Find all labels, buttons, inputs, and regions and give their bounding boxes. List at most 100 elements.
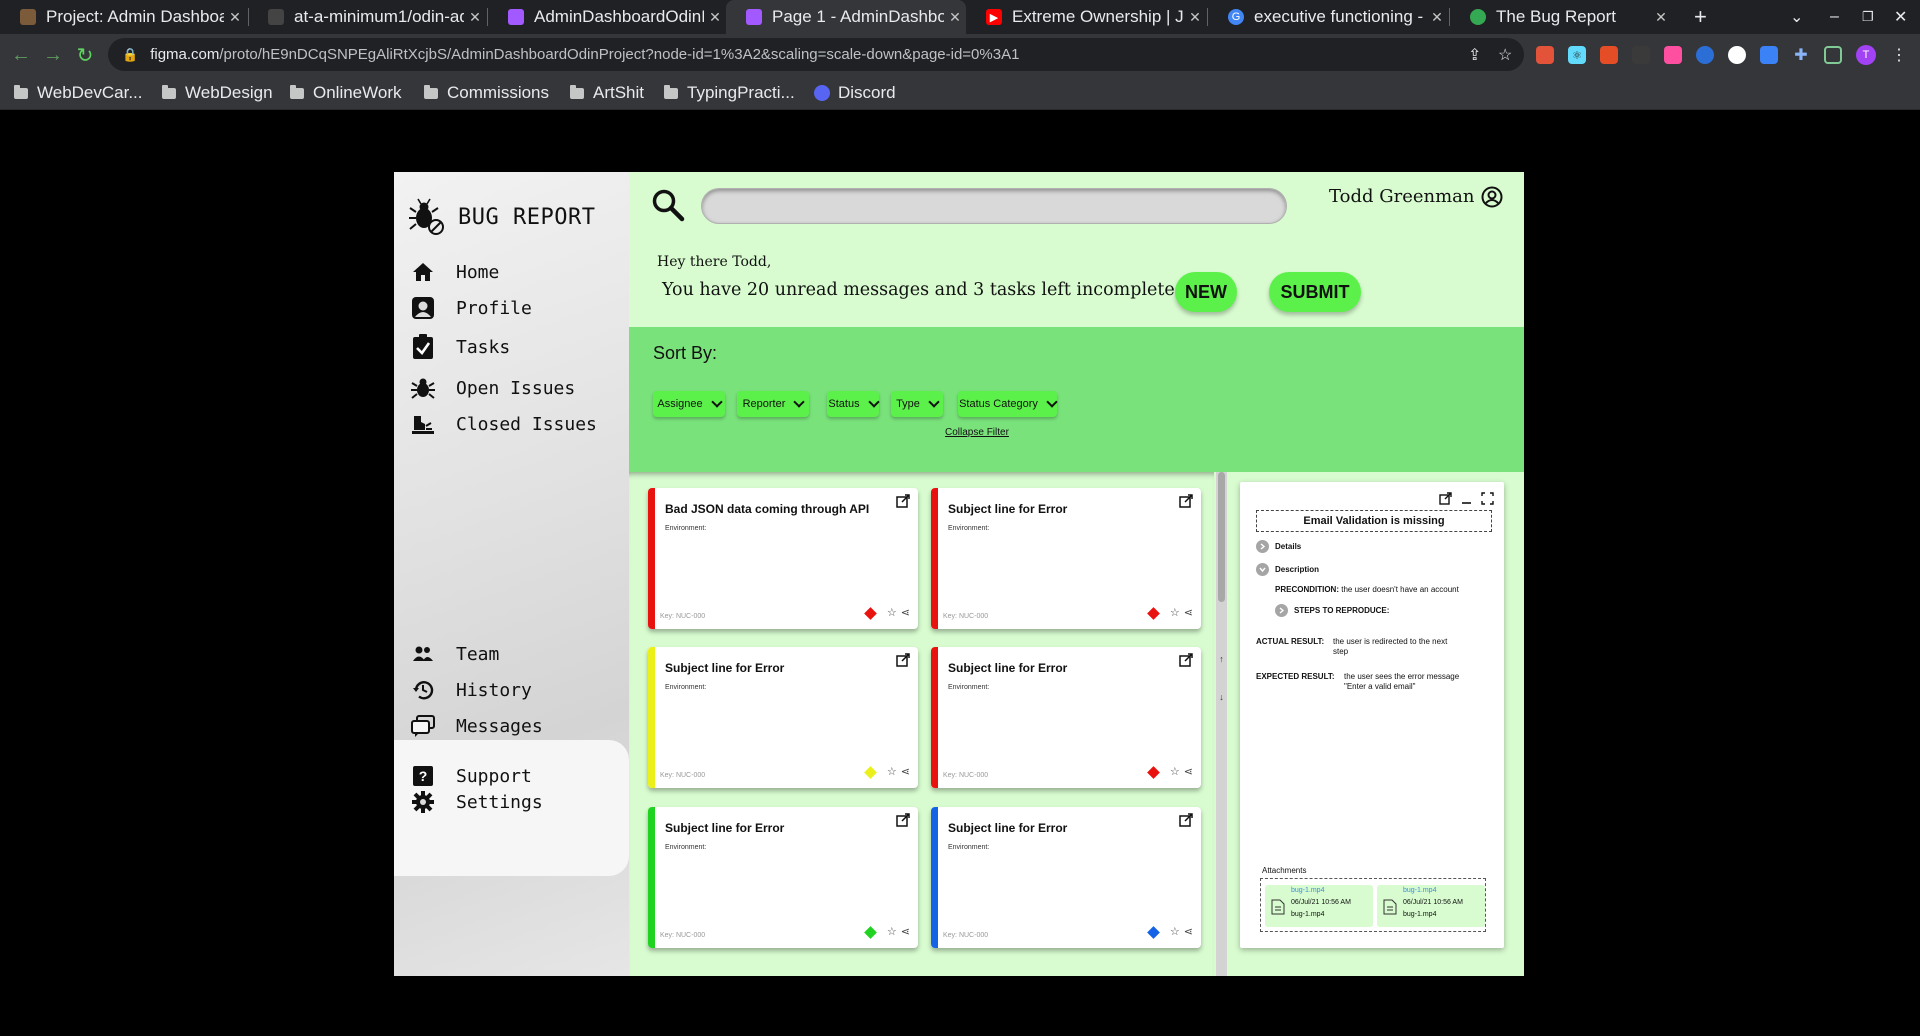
share-icon[interactable]: ⋖ [1184, 767, 1193, 778]
open-external-icon[interactable] [1439, 492, 1452, 505]
forward-icon[interactable]: → [40, 42, 66, 68]
puzzle-extensions-icon[interactable]: ✚ [1792, 46, 1810, 64]
react-devtools-icon[interactable]: ⚛ [1568, 46, 1586, 64]
tab-github[interactable]: at-a-minimum1/odin-admin ✕ [248, 0, 486, 34]
collapse-filter-link[interactable]: Collapse Filter [945, 427, 1009, 438]
address-bar[interactable]: 🔒 figma.com/proto/hE9nDCqSNPEgAliRtXcjbS… [108, 38, 1524, 71]
minimize-panel-icon[interactable] [1460, 492, 1473, 505]
attachment-card[interactable]: bug-1.mp4 06/Jul/21 10:56 AM bug-1.mp4 [1265, 885, 1373, 927]
nav-item-support[interactable]: ? Support [410, 763, 532, 789]
close-window-icon[interactable]: ✕ [1894, 0, 1907, 34]
tab-google-search[interactable]: G executive functioning - Google ✕ [1208, 0, 1448, 34]
close-tab-icon[interactable]: ✕ [464, 9, 486, 26]
sidebar-toggle-icon[interactable] [1824, 46, 1842, 64]
issue-card[interactable]: Subject line for Error Environment: Key: N… [931, 488, 1201, 629]
issue-card[interactable]: Bad JSON data coming through API Environm… [648, 488, 918, 629]
nav-item-profile[interactable]: Profile [410, 295, 532, 321]
open-external-icon[interactable] [1179, 494, 1193, 508]
close-tab-icon[interactable]: ✕ [1184, 9, 1206, 26]
close-tab-icon[interactable]: ✕ [1426, 9, 1448, 26]
expand-icon[interactable] [1481, 492, 1494, 505]
back-icon[interactable]: ← [8, 42, 34, 68]
share-icon[interactable]: ⋖ [901, 608, 910, 619]
attachment-link[interactable]: bug-1.mp4 [1403, 887, 1436, 894]
menu-kebab-icon[interactable]: ⋮ [1890, 46, 1908, 64]
nav-item-open-issues[interactable]: Open Issues [410, 375, 575, 401]
minimize-icon[interactable]: – [1830, 0, 1839, 34]
search-input[interactable] [701, 188, 1287, 224]
share-icon[interactable]: ⋖ [901, 767, 910, 778]
filter-type[interactable]: Type [891, 391, 943, 417]
tab-bug-report[interactable]: The Bug Report ✕ [1450, 0, 1672, 34]
restore-icon[interactable]: ❐ [1862, 0, 1874, 34]
star-icon[interactable]: ☆ [887, 927, 897, 938]
nav-item-team[interactable]: Team [410, 641, 499, 667]
bookmark-folder[interactable]: Commissions [424, 82, 549, 104]
nav-item-messages[interactable]: Messages [410, 713, 543, 739]
tab-figma-prototype[interactable]: Page 1 - AdminDashboard ✕ [726, 0, 966, 34]
attachment-link[interactable]: bug-1.mp4 [1291, 887, 1324, 894]
attachment-card[interactable]: bug-1.mp4 06/Jul/21 10:56 AM bug-1.mp4 [1377, 885, 1485, 927]
nav-item-history[interactable]: History [410, 677, 532, 703]
issue-card[interactable]: Subject line for Error Environment: Key: N… [931, 807, 1201, 948]
tab-figma-file[interactable]: AdminDashboardOdinProject ✕ [488, 0, 726, 34]
nav-item-tasks[interactable]: Tasks [410, 334, 510, 360]
share-icon[interactable]: ⇪ [1468, 45, 1481, 65]
search-icon[interactable] [651, 188, 685, 222]
open-external-icon[interactable] [896, 494, 910, 508]
close-tab-icon[interactable]: ✕ [944, 9, 966, 26]
scroll-thumb[interactable] [1218, 472, 1225, 602]
bookmark-star-icon[interactable]: ☆ [1498, 45, 1512, 65]
extension-icon[interactable] [1600, 46, 1618, 64]
new-button[interactable]: NEW [1175, 272, 1237, 312]
submit-button[interactable]: SUBMIT [1269, 272, 1361, 312]
nav-item-home[interactable]: Home [410, 259, 499, 285]
nav-item-closed-issues[interactable]: Closed Issues [410, 411, 597, 437]
extension-icon[interactable] [1728, 46, 1746, 64]
nav-item-settings[interactable]: Settings [410, 789, 543, 815]
filter-status[interactable]: Status [827, 391, 880, 417]
star-icon[interactable]: ☆ [1170, 767, 1180, 778]
bookmark-folder[interactable]: OnlineWork [290, 82, 402, 104]
bookmark-folder[interactable]: ArtShit [570, 82, 644, 104]
bookmark-discord[interactable]: Discord [814, 82, 896, 104]
details-toggle[interactable]: Details [1256, 540, 1301, 553]
filter-reporter[interactable]: Reporter [737, 391, 809, 417]
star-icon[interactable]: ☆ [1170, 927, 1180, 938]
bookmark-folder[interactable]: TypingPracti... [664, 82, 795, 104]
filter-status-category[interactable]: Status Category [958, 391, 1058, 417]
issue-card[interactable]: Subject line for Error Environment: Key: N… [648, 807, 918, 948]
extension-icon[interactable] [1696, 46, 1714, 64]
close-tab-icon[interactable]: ✕ [224, 9, 246, 26]
close-tab-icon[interactable]: ✕ [1650, 9, 1672, 26]
share-icon[interactable]: ⋖ [1184, 927, 1193, 938]
tab-project-admin-dashboard[interactable]: Project: Admin Dashboard ✕ [0, 0, 246, 34]
scroll-up-icon[interactable]: ↑ [1216, 654, 1227, 664]
profile-avatar[interactable]: T [1856, 45, 1876, 65]
issue-card[interactable]: Subject line for Error Environment: Key: N… [931, 647, 1201, 788]
extension-icon[interactable] [1760, 46, 1778, 64]
scroll-down-icon[interactable]: ↓ [1216, 692, 1227, 702]
tab-search-icon[interactable]: ⌄ [1790, 0, 1803, 34]
open-external-icon[interactable] [896, 653, 910, 667]
star-icon[interactable]: ☆ [887, 608, 897, 619]
star-icon[interactable]: ☆ [1170, 608, 1180, 619]
bookmark-folder[interactable]: WebDevCar... [14, 82, 143, 104]
share-icon[interactable]: ⋖ [901, 927, 910, 938]
bookmark-folder[interactable]: WebDesign [162, 82, 273, 104]
filter-assignee[interactable]: Assignee [653, 391, 725, 417]
issue-card[interactable]: Subject line for Error Environment: Key: N… [648, 647, 918, 788]
open-external-icon[interactable] [896, 813, 910, 827]
tab-youtube[interactable]: ▶ Extreme Ownership | Jocko ✕ [966, 0, 1206, 34]
open-external-icon[interactable] [1179, 813, 1193, 827]
open-external-icon[interactable] [1179, 653, 1193, 667]
share-icon[interactable]: ⋖ [1184, 608, 1193, 619]
steps-toggle[interactable]: STEPS TO REPRODUCE: [1275, 604, 1389, 617]
close-tab-icon[interactable]: ✕ [704, 9, 726, 26]
new-tab-button[interactable]: + [1694, 0, 1707, 34]
description-toggle[interactable]: Description [1256, 563, 1319, 576]
user-account-icon[interactable] [1481, 186, 1503, 208]
star-icon[interactable]: ☆ [887, 767, 897, 778]
extension-icon[interactable] [1632, 46, 1650, 64]
reload-icon[interactable]: ↻ [72, 42, 98, 68]
